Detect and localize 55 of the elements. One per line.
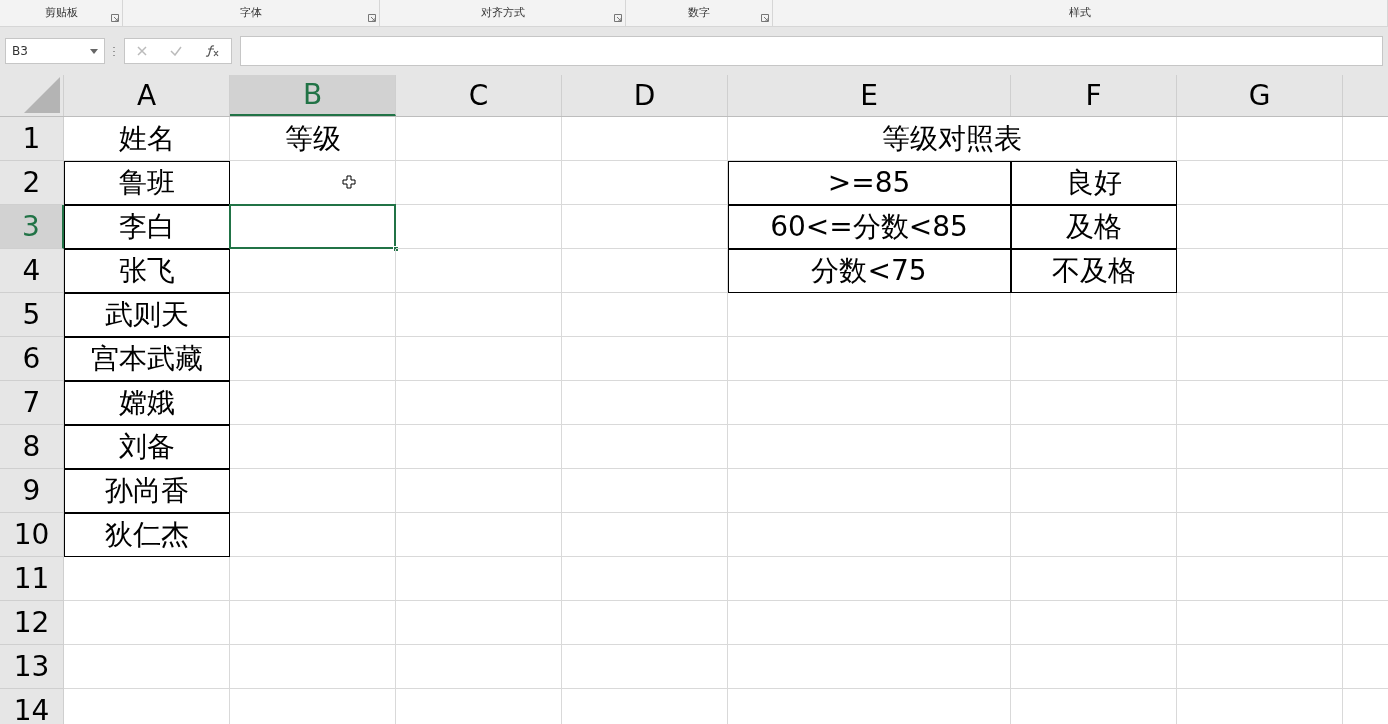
formula-input[interactable] [240, 36, 1383, 66]
cell[interactable]: 嫦娥 [64, 381, 230, 425]
cell[interactable]: 武则天 [64, 293, 230, 337]
row-header[interactable]: 14 [0, 689, 64, 724]
row-header[interactable]: 13 [0, 645, 64, 689]
row-header[interactable]: 1 [0, 117, 64, 161]
row-header[interactable]: 7 [0, 381, 64, 425]
cell[interactable]: 张飞 [64, 249, 230, 293]
row-header[interactable]: 8 [0, 425, 64, 469]
cell[interactable]: 孙尚香 [64, 469, 230, 513]
ribbon-group-label: 字体 [240, 4, 262, 21]
row-header[interactable]: 9 [0, 469, 64, 513]
dialog-launcher-icon[interactable] [111, 14, 119, 22]
function-icon[interactable] [205, 45, 220, 57]
cancel-icon[interactable] [136, 46, 147, 56]
cell[interactable]: 狄仁杰 [64, 513, 230, 557]
cell[interactable]: 宫本武藏 [64, 337, 230, 381]
cell[interactable]: 不及格 [1011, 249, 1177, 293]
cell[interactable]: 分数<75 [728, 249, 1011, 293]
cell[interactable]: 60<=分数<85 [728, 205, 1011, 249]
check-icon[interactable] [170, 46, 182, 56]
column-header[interactable]: F [1011, 75, 1177, 116]
cell[interactable] [230, 205, 396, 249]
column-header[interactable]: C [396, 75, 562, 116]
dialog-launcher-icon[interactable] [368, 14, 376, 22]
row-header[interactable]: 10 [0, 513, 64, 557]
cell[interactable]: 及格 [1011, 205, 1177, 249]
column-header[interactable]: D [562, 75, 728, 116]
plus-cursor-icon [342, 175, 356, 189]
column-header[interactable]: B [230, 75, 396, 116]
dialog-launcher-icon[interactable] [614, 14, 622, 22]
name-box[interactable]: B3 [5, 38, 105, 64]
cell[interactable]: 姓名 [64, 117, 230, 161]
row-header[interactable]: 4 [0, 249, 64, 293]
row-header[interactable]: 6 [0, 337, 64, 381]
dialog-launcher-icon[interactable] [761, 14, 769, 22]
cell[interactable]: 鲁班 [64, 161, 230, 205]
dropdown-caret-icon [90, 48, 98, 54]
column-header[interactable]: G [1177, 75, 1343, 116]
column-header[interactable]: E [728, 75, 1011, 116]
ribbon-group-label: 样式 [1069, 4, 1091, 21]
row-header[interactable]: 11 [0, 557, 64, 601]
cell[interactable]: 刘备 [64, 425, 230, 469]
ribbon-group-label: 对齐方式 [480, 4, 525, 21]
cell[interactable]: 等级对照表 [728, 117, 1177, 161]
cell[interactable]: 李白 [64, 205, 230, 249]
ribbon-group-label: 剪贴板 [44, 4, 78, 21]
row-header[interactable]: 3 [0, 205, 64, 249]
cell[interactable]: >=85 [728, 161, 1011, 205]
cell[interactable]: 等级 [230, 117, 396, 161]
row-header[interactable]: 5 [0, 293, 64, 337]
ribbon-group-label: 数字 [688, 4, 710, 21]
row-header[interactable]: 12 [0, 601, 64, 645]
cell[interactable]: 良好 [1011, 161, 1177, 205]
row-header[interactable]: 2 [0, 161, 64, 205]
